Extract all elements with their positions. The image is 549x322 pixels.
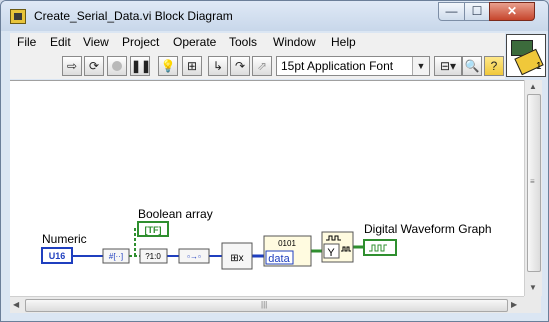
conversion-icon: ▫→▫ [187, 252, 201, 261]
digital-waveform-graph-terminal[interactable] [363, 239, 397, 256]
digital-waveform-icon [369, 244, 387, 252]
menu-bar: File Edit View Project Operate Tools Win… [10, 33, 505, 53]
vertical-scroll-thumb[interactable]: ≡ [527, 94, 541, 272]
pause-button[interactable]: ❚❚ [130, 56, 152, 76]
numeric-terminal-label: U16 [49, 251, 66, 261]
abort-icon [112, 61, 122, 71]
labview-window: Create_Serial_Data.vi Block Diagram — ☐ … [0, 0, 549, 322]
boolean-array-terminal-label: [TF] [145, 225, 162, 235]
digital-data-binary-label: 0101 [278, 239, 296, 248]
scroll-left-icon[interactable]: ◀ [13, 300, 19, 309]
vi-icon-number: 1 [536, 61, 542, 72]
menu-help[interactable]: Help [331, 35, 356, 49]
scroll-down-icon[interactable]: ▼ [529, 283, 537, 292]
scroll-up-icon[interactable]: ▲ [529, 82, 537, 91]
menu-tools[interactable]: Tools [229, 35, 257, 49]
font-selector[interactable]: 15pt Application Font ▼ [276, 56, 430, 76]
step-out-button[interactable]: ⇗ [252, 56, 272, 76]
y-input-label: Y [327, 247, 335, 259]
step-into-button[interactable]: ↳ [208, 56, 228, 76]
context-help-button[interactable]: ? [484, 56, 504, 76]
vertical-scrollbar[interactable]: ▲ ≡ ▼ [524, 80, 542, 296]
numeric-label: Numeric [42, 232, 87, 246]
grip-icon: ||| [261, 300, 268, 309]
step-into-icon: ↳ [212, 59, 224, 73]
search-icon: 🔍 [464, 59, 480, 73]
run-arrow-icon: ⇨ [66, 59, 78, 73]
title-bar[interactable]: Create_Serial_Data.vi Block Diagram — ☐ … [1, 1, 548, 31]
abort-button[interactable] [107, 56, 127, 76]
chevron-down-icon: ▼ [412, 57, 429, 75]
boolean-array-label: Boolean array [138, 207, 213, 221]
step-over-button[interactable]: ↷ [230, 56, 250, 76]
step-over-icon: ↷ [234, 59, 246, 73]
minimize-button[interactable]: — [438, 2, 465, 21]
lightbulb-icon: 💡 [160, 59, 176, 73]
menu-window[interactable]: Window [273, 35, 316, 49]
block-diagram: U16 #[··] [TF] ?1:0 ▫→▫ ⊞x 0101 data Y [41, 221, 397, 270]
menu-view[interactable]: View [83, 35, 109, 49]
retain-wire-values-icon: ⊞ [186, 59, 198, 73]
data-input-label: data [268, 253, 290, 265]
labview-app-icon [10, 9, 26, 24]
scroll-right-icon[interactable]: ▶ [511, 300, 517, 309]
grip-icon: ≡ [530, 177, 535, 186]
scrollbar-corner [524, 296, 541, 313]
step-out-icon: ⇗ [256, 59, 268, 73]
maximize-button[interactable]: ☐ [464, 2, 490, 21]
highlight-execution-button[interactable]: 💡 [158, 56, 178, 76]
toolbar: ⇨ ⟳ ❚❚ 💡 ⊞ ↳ ↷ ⇗ 15pt Application Font ▼ [10, 53, 505, 79]
boolean-to-0-1-icon: ?1:0 [145, 252, 161, 261]
window-title: Create_Serial_Data.vi Block Diagram [34, 9, 233, 23]
number-to-boolean-array-icon: #[··] [109, 252, 123, 261]
font-selector-value: 15pt Application Font [281, 59, 394, 73]
run-continuously-button[interactable]: ⟳ [84, 56, 104, 76]
reshape-array-icon: ⊞x [230, 253, 243, 264]
horizontal-scroll-thumb[interactable]: ||| [25, 299, 508, 312]
digital-waveform-graph-label: Digital Waveform Graph [364, 222, 492, 236]
run-arrow-button[interactable]: ⇨ [62, 56, 82, 76]
run-continuously-icon: ⟳ [88, 59, 100, 73]
block-diagram-canvas[interactable]: U16 #[··] [TF] ?1:0 ▫→▫ ⊞x 0101 data Y N… [10, 80, 524, 297]
align-objects-button[interactable]: ⊟▾ [434, 56, 462, 76]
search-button[interactable]: 🔍 [462, 56, 482, 76]
menu-operate[interactable]: Operate [173, 35, 216, 49]
menu-file[interactable]: File [17, 35, 36, 49]
align-objects-icon: ⊟▾ [439, 59, 457, 73]
close-button[interactable]: ✕ [489, 2, 535, 21]
retain-wire-values-button[interactable]: ⊞ [182, 56, 202, 76]
menu-edit[interactable]: Edit [50, 35, 71, 49]
menu-project[interactable]: Project [122, 35, 159, 49]
vi-connector-icon[interactable]: 1 [506, 34, 546, 77]
pause-icon: ❚❚ [131, 59, 152, 73]
window-bottom-border [1, 313, 548, 321]
help-icon: ? [490, 59, 498, 73]
horizontal-scrollbar[interactable]: ◀ ||| ▶ [10, 296, 524, 314]
